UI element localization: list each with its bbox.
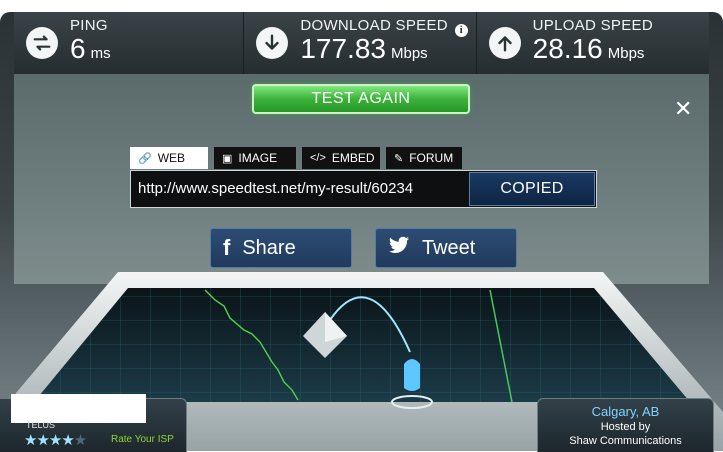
swap-arrows-icon [26, 27, 58, 59]
download-value: 177.83 [300, 33, 386, 64]
upload-label: UPLOAD SPEED [532, 17, 653, 34]
ping-unit: ms [90, 45, 111, 62]
isp-rating-stars[interactable]: ★★★★★ [24, 431, 87, 449]
tab-image[interactable]: ▣ IMAGE [214, 147, 296, 169]
facebook-icon: f [223, 235, 231, 260]
upload-value: 28.16 [532, 33, 603, 64]
twitter-tweet-button[interactable]: Tweet [375, 228, 517, 268]
upload-arrow-icon [488, 27, 521, 59]
result-url-field[interactable]: http://www.speedtest.net/my-result/60234… [130, 170, 597, 208]
download-unit: Mbps [390, 45, 428, 62]
tab-web[interactable]: 🔗 WEB [130, 147, 208, 169]
image-icon: ▣ [222, 152, 233, 165]
hosted-by-label: Hosted by [600, 421, 651, 433]
server-city: Calgary, AB [591, 404, 660, 419]
server-host: Shaw Communications [569, 435, 682, 447]
ping-label: PING [70, 17, 108, 34]
tab-forum[interactable]: ✎ FORUM [386, 147, 462, 169]
download-label: DOWNLOAD SPEED [300, 17, 448, 34]
runner-icon [404, 359, 420, 391]
download-stat: DOWNLOAD SPEED 177.83 Mbps i [244, 12, 477, 74]
server-panel[interactable]: Calgary, AB Hosted by Shaw Communication… [537, 398, 714, 452]
ping-stat: PING 6 ms [14, 12, 245, 74]
upload-stat: UPLOAD SPEED 28.16 Mbps [476, 12, 709, 74]
download-arrow-icon [256, 27, 289, 59]
facebook-share-button[interactable]: f Share [210, 228, 352, 268]
link-icon: 🔗 [138, 152, 152, 165]
info-icon[interactable]: i [454, 24, 468, 37]
redaction-box [11, 394, 146, 423]
rate-isp-link[interactable]: Rate Your ISP [111, 434, 174, 445]
copy-button[interactable]: COPIED [469, 172, 595, 206]
code-icon: </> [310, 152, 326, 164]
result-panel: TEST AGAIN ✕ 🔗 WEB ▣ IMAGE </> EMBED ✎ FORUM… [14, 74, 709, 284]
test-again-button[interactable]: TEST AGAIN [252, 84, 470, 114]
result-url-text[interactable]: http://www.speedtest.net/my-result/60234 [131, 171, 468, 207]
tab-embed[interactable]: </> EMBED [302, 147, 380, 169]
ping-value: 6 [70, 33, 86, 64]
stats-bar: PING 6 ms DOWNLOAD SPEED 177.83 Mbps i UPL… [14, 12, 709, 74]
forum-icon: ✎ [394, 152, 404, 165]
close-icon[interactable]: ✕ [674, 98, 692, 120]
twitter-icon [386, 234, 412, 262]
upload-unit: Mbps [607, 45, 645, 62]
share-tabs: 🔗 WEB ▣ IMAGE </> EMBED ✎ FORUM [130, 147, 462, 169]
isp-name: TELUS [26, 420, 56, 430]
